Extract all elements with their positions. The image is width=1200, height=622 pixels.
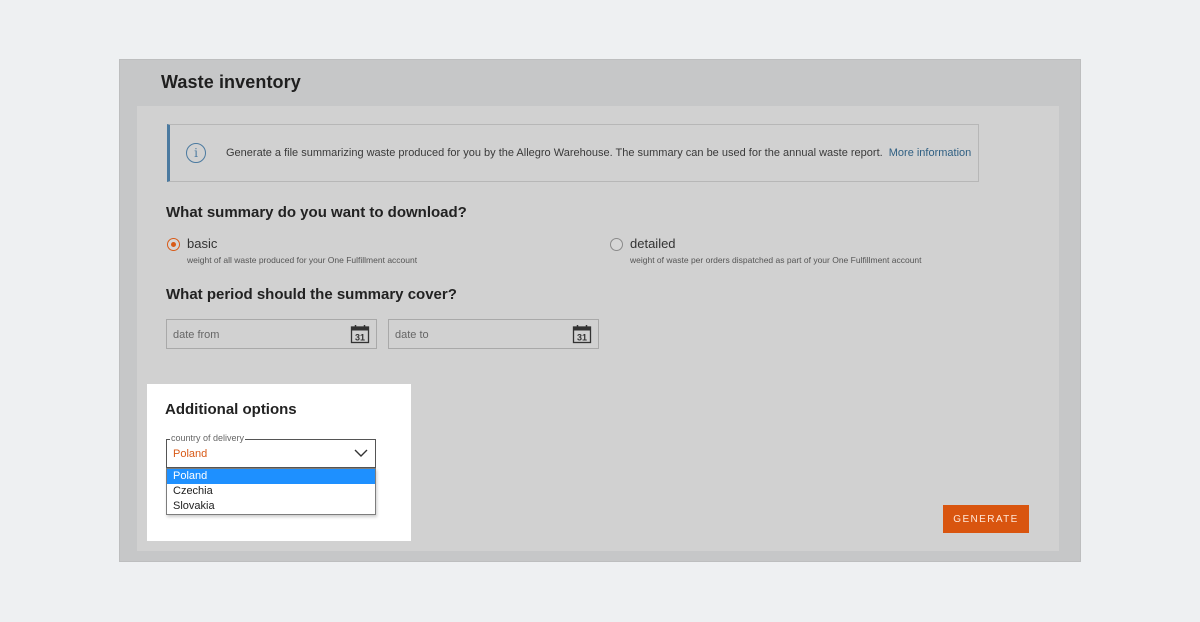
info-icon: i [186, 143, 206, 163]
date-from-placeholder: date from [173, 329, 220, 341]
chevron-down-icon[interactable] [353, 446, 369, 460]
calendar-icon[interactable]: 31 [572, 324, 592, 344]
calendar-day: 31 [355, 332, 365, 342]
radio-detailed-label: detailed [630, 236, 676, 251]
country-option-czechia[interactable]: Czechia [167, 484, 375, 499]
radio-detailed-description: weight of waste per orders dispatched as… [630, 255, 922, 265]
country-select-value: Poland [173, 448, 208, 460]
info-message: Generate a file summarizing waste produc… [226, 147, 883, 159]
date-to-placeholder: date to [395, 329, 429, 341]
date-to-field[interactable]: date to 31 [388, 319, 599, 349]
country-dropdown-list: Poland Czechia Slovakia [166, 468, 376, 515]
info-banner: i Generate a file summarizing waste prod… [167, 124, 979, 182]
generate-button[interactable]: GENERATE [943, 505, 1029, 533]
additional-options-card: Additional options country of delivery P… [147, 384, 411, 541]
country-option-slovakia[interactable]: Slovakia [167, 499, 375, 514]
more-information-link[interactable]: More information [889, 147, 972, 159]
summary-question: What summary do you want to download? [166, 204, 467, 221]
radio-detailed-circle[interactable] [610, 238, 623, 251]
radio-basic-label: basic [187, 236, 218, 251]
additional-options-title: Additional options [165, 401, 297, 418]
info-text: Generate a file summarizing waste produc… [226, 147, 971, 159]
calendar-icon[interactable]: 31 [350, 324, 370, 344]
country-option-poland[interactable]: Poland [167, 469, 375, 484]
calendar-day: 31 [577, 332, 587, 342]
date-from-field[interactable]: date from 31 [166, 319, 377, 349]
period-question: What period should the summary cover? [166, 286, 457, 303]
radio-basic-description: weight of all waste produced for your On… [187, 255, 418, 265]
radio-basic-circle[interactable] [167, 238, 180, 251]
page-title: Waste inventory [161, 72, 301, 92]
country-select[interactable]: country of delivery Poland [166, 433, 376, 468]
country-select-label: country of delivery [170, 433, 246, 444]
